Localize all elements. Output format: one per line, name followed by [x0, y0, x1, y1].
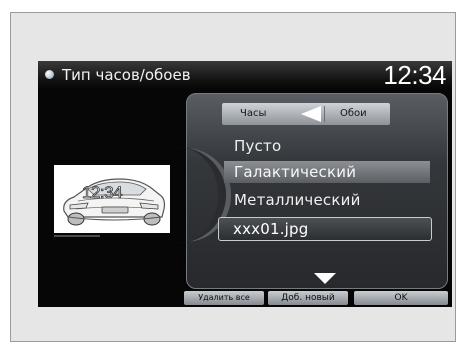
tab-divider [324, 106, 325, 122]
preview-underline [54, 235, 100, 237]
wallpaper-preview: 12:34 [54, 165, 170, 233]
list-item-metallic[interactable]: Металлический [234, 189, 361, 211]
tab-wallpaper[interactable]: Обои [340, 106, 367, 122]
list-item-galactic[interactable]: Галактический [224, 161, 430, 183]
arrow-left-icon[interactable] [301, 106, 321, 122]
add-new-button[interactable]: Доб. новый [268, 291, 348, 305]
page-title: Тип часов/обоев [62, 66, 191, 84]
tab-clock[interactable]: Часы [240, 106, 266, 122]
tab-bar: Часы Обои [222, 103, 390, 125]
header-bar: Тип часов/обоев 12:34 [38, 61, 452, 89]
scroll-down-icon[interactable] [314, 273, 336, 284]
header-clock: 12:34 [383, 61, 446, 90]
display-screen: Тип часов/обоев 12:34 12:34 Часы Обои Пу… [38, 61, 452, 307]
delete-all-button[interactable]: Удалить все [184, 291, 264, 305]
list-item-empty[interactable]: Пусто [234, 135, 281, 157]
preview-clock: 12:34 [82, 183, 123, 203]
list-item-file-selected[interactable]: xxx01.jpg [218, 217, 432, 241]
ok-button[interactable]: OK [354, 291, 448, 305]
status-dot-icon [45, 70, 54, 79]
